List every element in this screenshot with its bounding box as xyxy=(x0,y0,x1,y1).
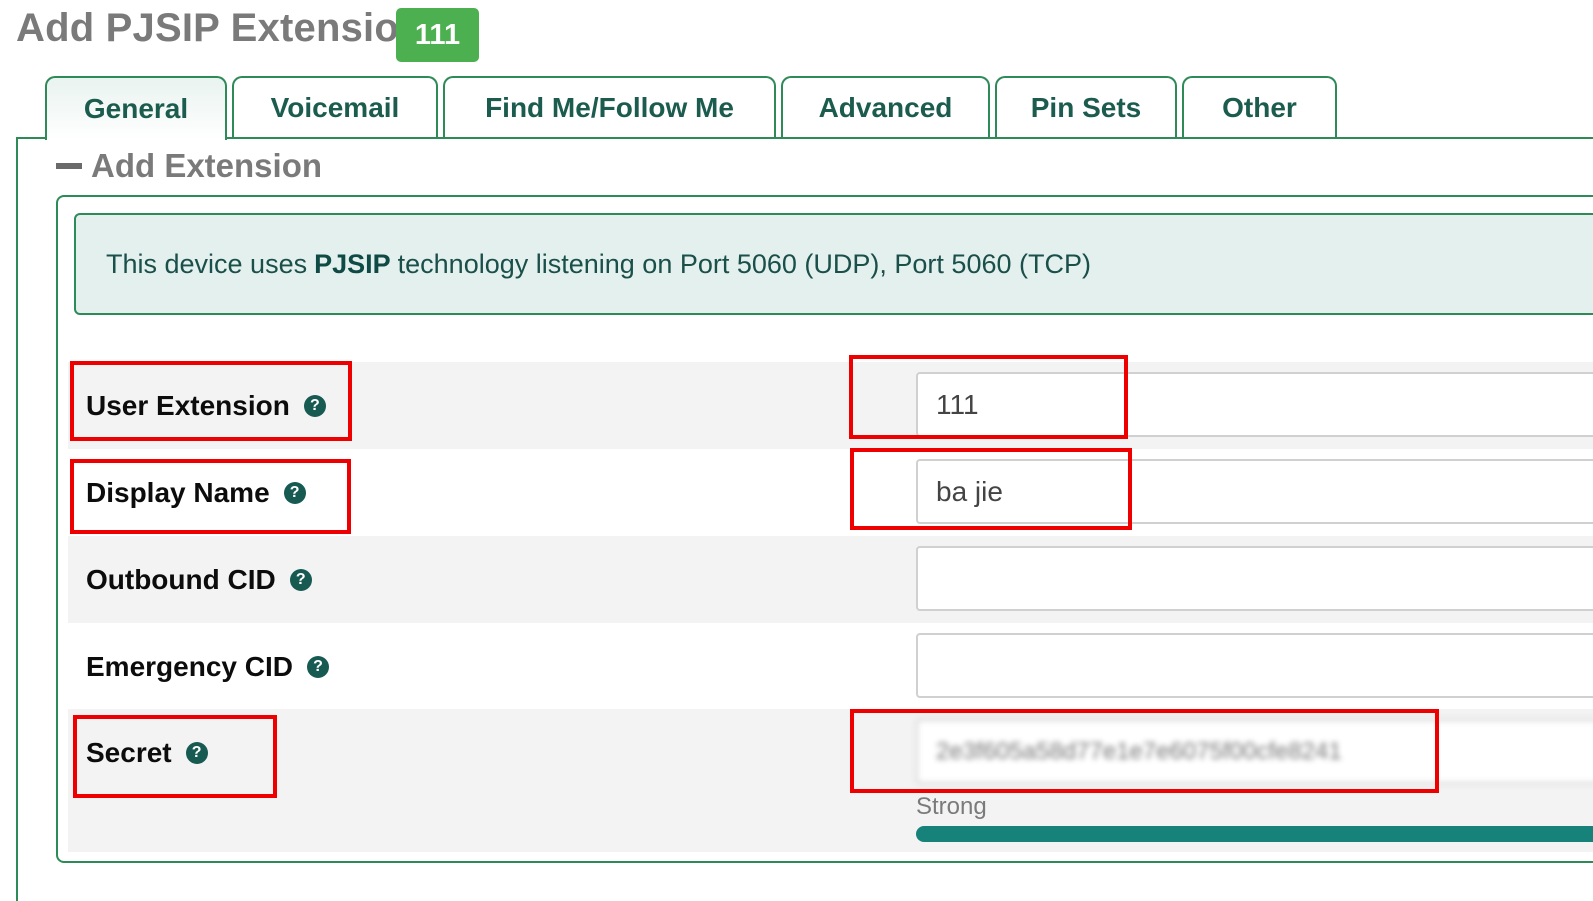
tab-general[interactable]: General xyxy=(45,76,227,140)
tab-find-me-follow-me[interactable]: Find Me/Follow Me xyxy=(443,76,776,138)
tab-advanced[interactable]: Advanced xyxy=(781,76,990,138)
emergency-cid-input[interactable] xyxy=(916,633,1593,698)
panel-border xyxy=(16,137,18,901)
emergency-cid-label: Emergency CID ? xyxy=(86,623,329,710)
tab-voicemail[interactable]: Voicemail xyxy=(232,76,438,138)
row-user-extension: User Extension ? xyxy=(68,362,1593,449)
info-suffix: technology listening on Port 5060 (UDP),… xyxy=(397,248,1091,279)
info-prefix: This device uses xyxy=(106,248,308,279)
display-name-label: Display Name ? xyxy=(86,449,306,536)
password-strength-bar xyxy=(916,826,1593,842)
info-alert: This device uses PJSIP technology listen… xyxy=(74,213,1593,315)
secret-label: Secret ? xyxy=(86,709,208,796)
info-tech: PJSIP xyxy=(314,248,391,279)
user-extension-input[interactable] xyxy=(916,372,1593,437)
page-title: Add PJSIP Extension xyxy=(16,6,424,50)
tab-underline xyxy=(16,137,1593,139)
tab-pin-sets[interactable]: Pin Sets xyxy=(995,76,1177,138)
section-toggle[interactable]: Add Extension xyxy=(56,147,322,185)
minus-icon xyxy=(56,163,82,169)
tab-other[interactable]: Other xyxy=(1182,76,1337,138)
outbound-cid-label: Outbound CID ? xyxy=(86,536,312,623)
row-outbound-cid: Outbound CID ? xyxy=(68,536,1593,623)
help-icon[interactable]: ? xyxy=(283,481,306,504)
secret-input[interactable] xyxy=(916,719,1593,784)
help-icon[interactable]: ? xyxy=(185,741,208,764)
help-icon[interactable]: ? xyxy=(289,568,312,591)
user-extension-label: User Extension ? xyxy=(86,362,326,449)
help-icon[interactable]: ? xyxy=(303,394,326,417)
display-name-input[interactable] xyxy=(916,459,1593,524)
row-emergency-cid: Emergency CID ? xyxy=(68,623,1593,710)
row-display-name: Display Name ? xyxy=(68,449,1593,536)
help-icon[interactable]: ? xyxy=(306,655,329,678)
outbound-cid-input[interactable] xyxy=(916,546,1593,611)
section-title: Add Extension xyxy=(91,147,323,184)
extension-badge: 111 xyxy=(396,8,479,62)
password-strength-label: Strong xyxy=(916,793,987,820)
tab-bar: General Voicemail Find Me/Follow Me Adva… xyxy=(0,76,1593,140)
